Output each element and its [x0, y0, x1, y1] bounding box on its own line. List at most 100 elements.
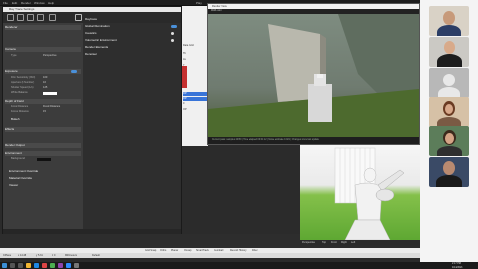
raytrace-settings-panel: Ray Trace Settings Renderer Camera Type …: [2, 6, 182, 235]
volumetric-indicator[interactable]: [171, 39, 174, 42]
panel-row[interactable]: Ax: [183, 58, 207, 62]
settings-left-column: Renderer Camera Type Perspective Exposur…: [3, 23, 83, 229]
tab-left[interactable]: Left: [351, 241, 355, 244]
menu-item[interactable]: File: [3, 1, 8, 5]
section-denoiser[interactable]: Denoiser: [85, 52, 179, 57]
section-environment[interactable]: Environment: [5, 151, 81, 156]
panel-row[interactable]: 0: [183, 102, 207, 106]
folder-icon[interactable]: [26, 263, 31, 268]
settings-icon[interactable]: [75, 14, 82, 21]
section-global-illumination[interactable]: Global Illumination: [85, 24, 179, 29]
participant-face: [443, 161, 455, 175]
section-environment-override[interactable]: Environment Override: [9, 169, 85, 174]
menu-item[interactable]: Play: [196, 1, 202, 5]
video-tile-participant[interactable]: [429, 37, 469, 67]
menu-item[interactable]: Edit: [12, 1, 17, 5]
exposure-toggle[interactable]: [71, 70, 77, 73]
zoom-icon[interactable]: [66, 263, 71, 268]
caustics-indicator[interactable]: [171, 32, 174, 35]
light-icon[interactable]: [17, 14, 24, 21]
y-coordinate: y 5.31: [36, 254, 43, 257]
menu-item[interactable]: Render: [21, 1, 31, 5]
white-balance-swatch[interactable]: [43, 92, 57, 95]
field-value[interactable]: Perspective: [43, 54, 57, 58]
app-icon[interactable]: [42, 263, 47, 268]
render-window: Render View RGB color Current pass: samp…: [207, 3, 420, 145]
video-tile-participant[interactable]: [429, 6, 469, 36]
panel-row[interactable]: Tb: [183, 52, 207, 56]
participant-body: [437, 25, 461, 36]
section-caustics[interactable]: Caustics: [85, 31, 179, 36]
section-raytrace[interactable]: Raytrace: [85, 17, 179, 22]
panel-row[interactable]: OP: [183, 108, 207, 112]
section-camera[interactable]: Camera: [5, 47, 81, 52]
browser-icon[interactable]: [34, 263, 39, 268]
menu-item[interactable]: Help: [48, 1, 54, 5]
channel-select[interactable]: RGB color: [211, 10, 222, 12]
windows-taskbar: 2:17 PM 4/14/2021: [0, 262, 478, 269]
field-value[interactable]: Fixed Distance: [43, 105, 60, 109]
tab-right[interactable]: Right: [341, 241, 347, 244]
section-render-output[interactable]: Render Output: [5, 143, 81, 148]
video-tile-avatar[interactable]: [429, 68, 469, 98]
background-swatch[interactable]: [37, 158, 51, 161]
participant-body: [437, 146, 462, 156]
video-tile-participant[interactable]: [429, 126, 469, 156]
command-area: [0, 234, 300, 249]
cplane-label: CPlane: [3, 254, 12, 257]
field-label: Focus Distance: [11, 110, 29, 113]
x-coordinate: x 14.48: [18, 254, 27, 257]
video-tile-participant[interactable]: [429, 157, 469, 187]
section-render-elements[interactable]: Render Elements: [85, 45, 179, 50]
taskbar-date: 4/14/2021: [452, 265, 463, 269]
section-material-override[interactable]: Material Override: [9, 176, 85, 181]
settings-right-column: Raytrace Global Illumination Caustics Vo…: [83, 17, 181, 229]
section-exposure[interactable]: Exposure: [5, 69, 81, 74]
participant-face: [445, 133, 454, 144]
section-viewer[interactable]: Viewer: [9, 183, 85, 188]
section-effects[interactable]: Effects: [5, 127, 81, 132]
section-depth-of-field[interactable]: Depth of Field: [5, 99, 81, 104]
field-value[interactable]: 100: [43, 76, 47, 80]
gi-toggle[interactable]: [171, 25, 177, 28]
environment-icon[interactable]: [37, 14, 44, 21]
app-icon[interactable]: [50, 263, 55, 268]
field-label: Focal Distance: [11, 105, 29, 108]
viewport-scene: [334, 147, 405, 241]
video-call-strip: [420, 0, 478, 262]
search-icon[interactable]: [10, 263, 15, 268]
perspective-viewport[interactable]: [300, 145, 420, 245]
render-scene: [208, 14, 419, 137]
panel-row-selected[interactable]: OP: [183, 92, 207, 96]
camera-icon[interactable]: [7, 14, 14, 21]
section-bokeh[interactable]: Bokeh: [11, 117, 87, 122]
tab-perspective[interactable]: Perspective: [302, 241, 315, 244]
material-icon[interactable]: [27, 14, 34, 21]
panel-row[interactable]: Data Grid: [183, 44, 207, 48]
layer-color-bar: [182, 66, 187, 88]
app-icon[interactable]: [58, 263, 63, 268]
render-status-bar: Current pass: samples 24/50 | Time elaps…: [208, 137, 419, 144]
z-coordinate: z 0: [52, 254, 56, 257]
video-tile-participant[interactable]: [429, 97, 469, 127]
render-icon[interactable]: [49, 14, 56, 21]
menu-item[interactable]: Window: [34, 1, 45, 5]
field-label: White Balance: [11, 91, 28, 94]
field-value[interactable]: 125: [43, 86, 47, 90]
render-canvas: [208, 14, 419, 137]
field-value[interactable]: 15: [43, 110, 46, 114]
field-label: Shutter Speed (1/s): [11, 86, 34, 89]
section-renderer[interactable]: Renderer: [5, 25, 81, 30]
panel-row-selected[interactable]: OP: [183, 97, 207, 101]
start-icon[interactable]: [2, 263, 7, 268]
section-volumetric[interactable]: Volumetric Environment: [85, 38, 179, 43]
participant-face: [445, 104, 453, 114]
layer-label[interactable]: Default: [92, 253, 100, 258]
participant-face: [443, 11, 455, 25]
units-label[interactable]: Millimeters: [65, 253, 77, 258]
tab-top[interactable]: Top: [322, 241, 326, 244]
tab-front[interactable]: Front: [331, 241, 337, 244]
rhino-icon[interactable]: [74, 263, 79, 268]
field-value[interactable]: 16: [43, 81, 46, 85]
task-view-icon[interactable]: [18, 263, 23, 268]
